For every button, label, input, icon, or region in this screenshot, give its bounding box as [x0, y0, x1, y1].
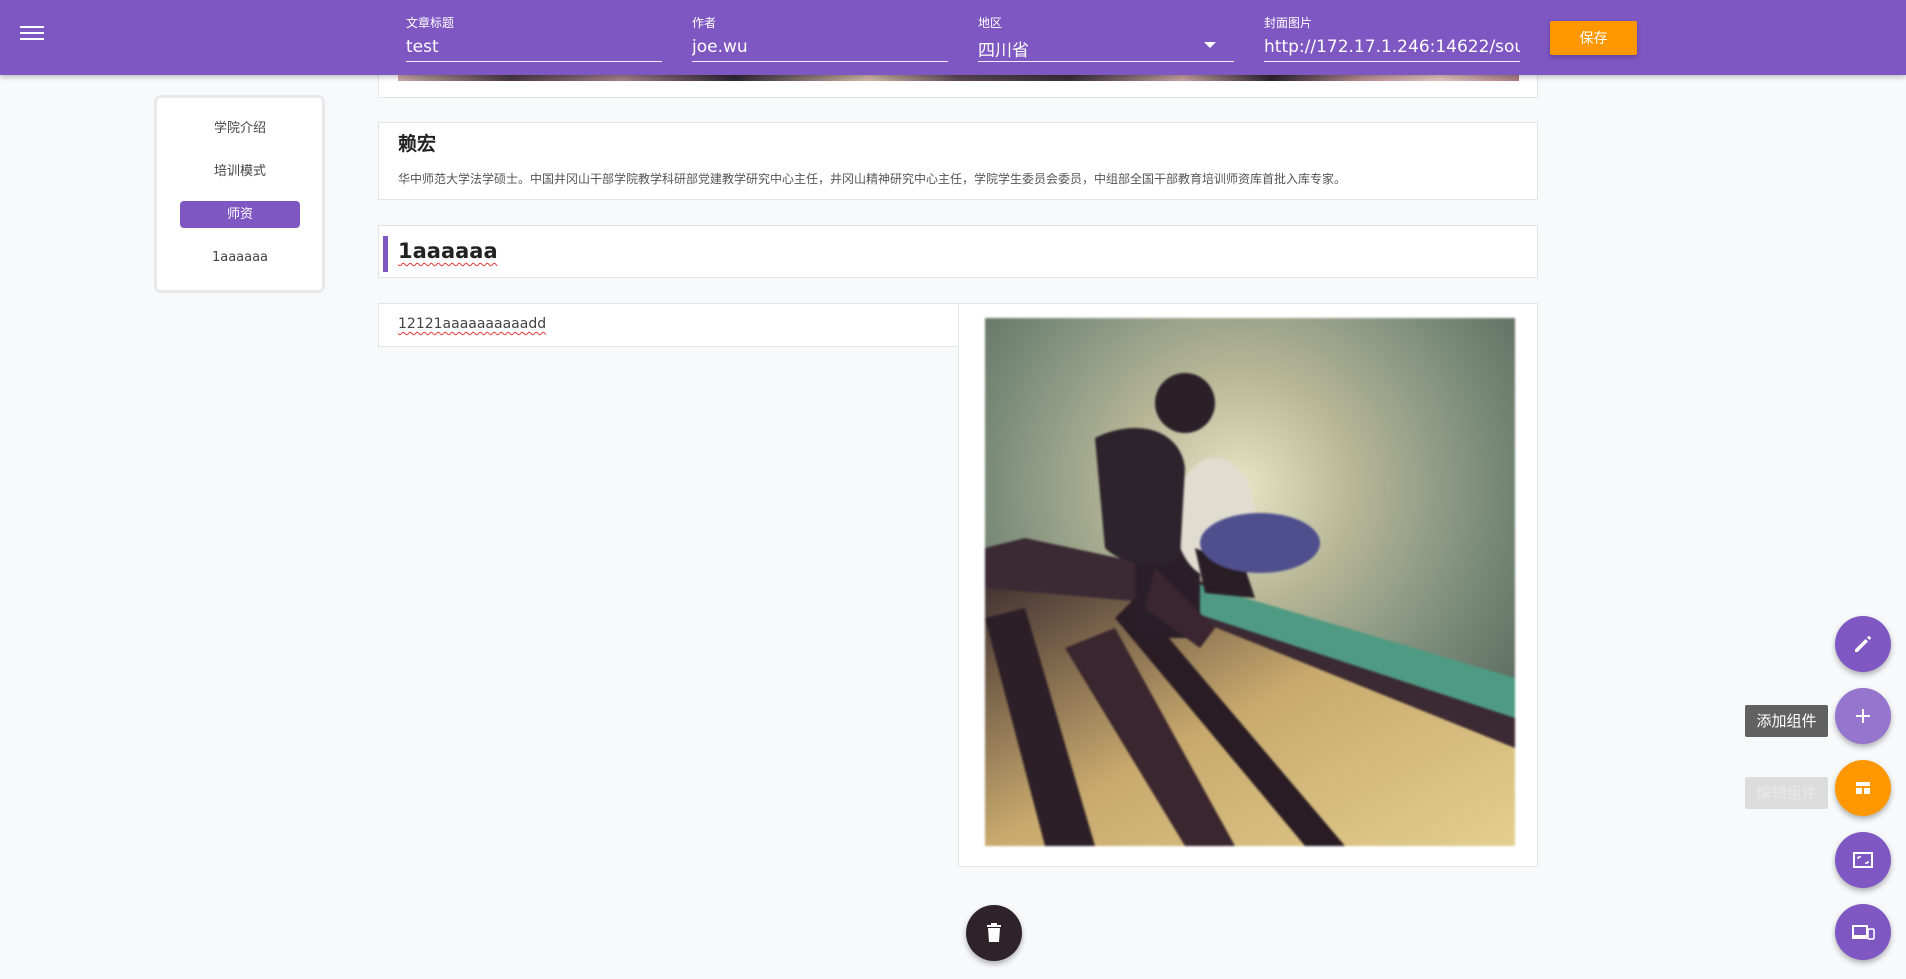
faculty-bio-component[interactable]: 赖宏 华中师范大学法学硕士。中国井冈山干部学院教学科研部党建教学研究中心主任，井… — [378, 122, 1538, 200]
section-nav: 学院介绍 培训模式 师资 1aaaaaa — [157, 98, 322, 290]
trash-icon — [987, 923, 1001, 942]
devices-icon — [1852, 925, 1875, 940]
cover-image-input[interactable] — [1264, 36, 1520, 62]
cover-image-field: 封面图片 — [1264, 16, 1520, 64]
device-preview-button[interactable] — [1835, 904, 1891, 960]
preview-button[interactable] — [1835, 832, 1891, 888]
faculty-name: 赖宏 — [398, 133, 437, 155]
cover-image-label: 封面图片 — [1264, 16, 1313, 30]
section-heading-component[interactable]: 1aaaaaa — [378, 225, 1538, 278]
component-button[interactable] — [1835, 760, 1891, 816]
edit-button[interactable] — [1835, 616, 1891, 672]
photo-image — [985, 318, 1515, 846]
section-heading-text: 1aaaaaa — [398, 239, 498, 263]
widgets-icon — [1856, 782, 1870, 794]
fullscreen-icon — [1853, 852, 1873, 868]
pencil-icon — [1855, 636, 1871, 652]
nav-item-college-intro[interactable]: 学院介绍 — [180, 115, 300, 142]
menu-icon[interactable] — [20, 22, 44, 44]
title-field: 文章标题 — [406, 16, 662, 64]
dropdown-arrow-icon[interactable] — [1204, 42, 1216, 48]
nav-item-faculty[interactable]: 师资 — [180, 201, 300, 228]
author-input[interactable] — [692, 36, 948, 62]
faculty-description: 华中师范大学法学硕士。中国井冈山干部学院教学科研部党建教学研究中心主任，井冈山精… — [398, 172, 1347, 186]
region-field: 地区 四川省 — [978, 16, 1234, 64]
region-select[interactable]: 四川省 — [978, 36, 1234, 62]
author-field-label: 作者 — [692, 16, 717, 30]
text-component[interactable]: 12121aaaaaaaaaadd — [378, 303, 959, 347]
plus-icon — [1856, 709, 1870, 723]
add-component-button[interactable] — [1835, 688, 1891, 744]
region-field-label: 地区 — [978, 16, 1003, 30]
component-tooltip: 编辑组件 — [1745, 777, 1828, 809]
text-component-content: 12121aaaaaaaaaadd — [398, 316, 547, 332]
title-input[interactable] — [406, 36, 662, 62]
heading-accent-bar — [383, 236, 388, 272]
title-field-label: 文章标题 — [406, 16, 455, 30]
nav-item-training-mode[interactable]: 培训模式 — [180, 158, 300, 185]
save-button[interactable]: 保存 — [1550, 21, 1637, 55]
delete-component-button[interactable] — [966, 905, 1022, 961]
image-component[interactable] — [958, 303, 1538, 867]
add-component-tooltip: 添加组件 — [1745, 705, 1828, 737]
top-app-bar: 文章标题 作者 地区 四川省 封面图片 保存 — [0, 0, 1906, 75]
author-field: 作者 — [692, 16, 948, 64]
nav-item-1aaaaaa[interactable]: 1aaaaaa — [180, 244, 300, 271]
